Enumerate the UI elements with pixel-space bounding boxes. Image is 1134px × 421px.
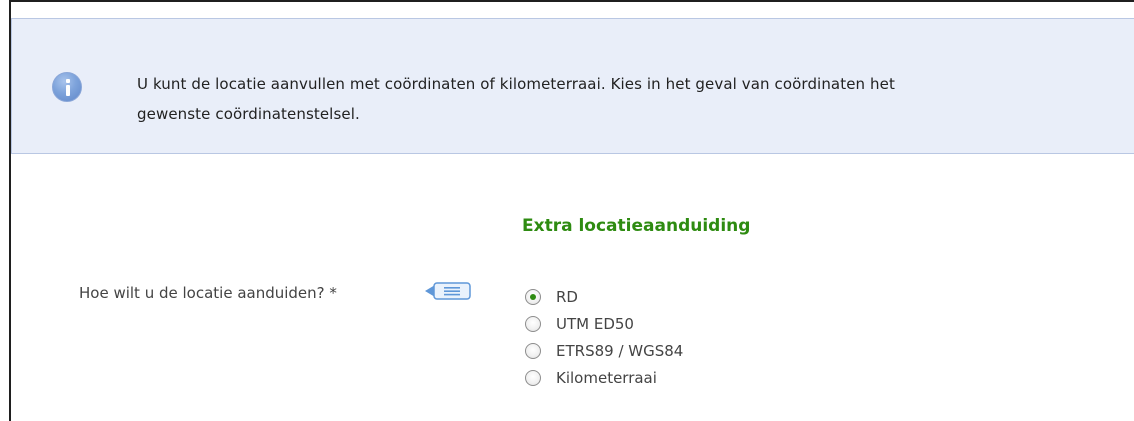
radio-option-kilometerraai[interactable]: Kilometerraai: [525, 364, 683, 391]
location-method-radio-group: RD UTM ED50 ETRS89 / WGS84 Kilometerraai: [525, 283, 683, 391]
radio-button-kilometerraai[interactable]: [525, 369, 541, 386]
radio-option-etrs89-wgs84[interactable]: ETRS89 / WGS84: [525, 337, 683, 364]
radio-label-rd: RD: [556, 287, 578, 306]
location-method-label: Hoe wilt u de locatie aanduiden? *: [79, 284, 337, 302]
radio-button-etrs89-wgs84[interactable]: [525, 342, 541, 359]
info-message-line-2: gewenste coördinatenstelsel.: [137, 105, 360, 123]
info-message-line-1: U kunt de locatie aanvullen met coördina…: [137, 75, 895, 93]
radio-button-rd[interactable]: [525, 288, 541, 305]
radio-button-utm-ed50[interactable]: [525, 315, 541, 332]
section-title: Extra locatieaanduiding: [522, 216, 751, 236]
info-message-box: U kunt de locatie aanvullen met coördina…: [11, 18, 1134, 154]
radio-option-utm-ed50[interactable]: UTM ED50: [525, 310, 683, 337]
radio-label-etrs89-wgs84: ETRS89 / WGS84: [556, 341, 684, 360]
radio-label-kilometerraai: Kilometerraai: [556, 368, 657, 387]
info-message-text: U kunt de locatie aanvullen met coördina…: [137, 69, 1134, 129]
info-icon: [52, 72, 82, 102]
radio-label-utm-ed50: UTM ED50: [556, 314, 634, 333]
help-speech-bubble-icon[interactable]: [425, 282, 471, 300]
radio-option-rd[interactable]: RD: [525, 283, 683, 310]
